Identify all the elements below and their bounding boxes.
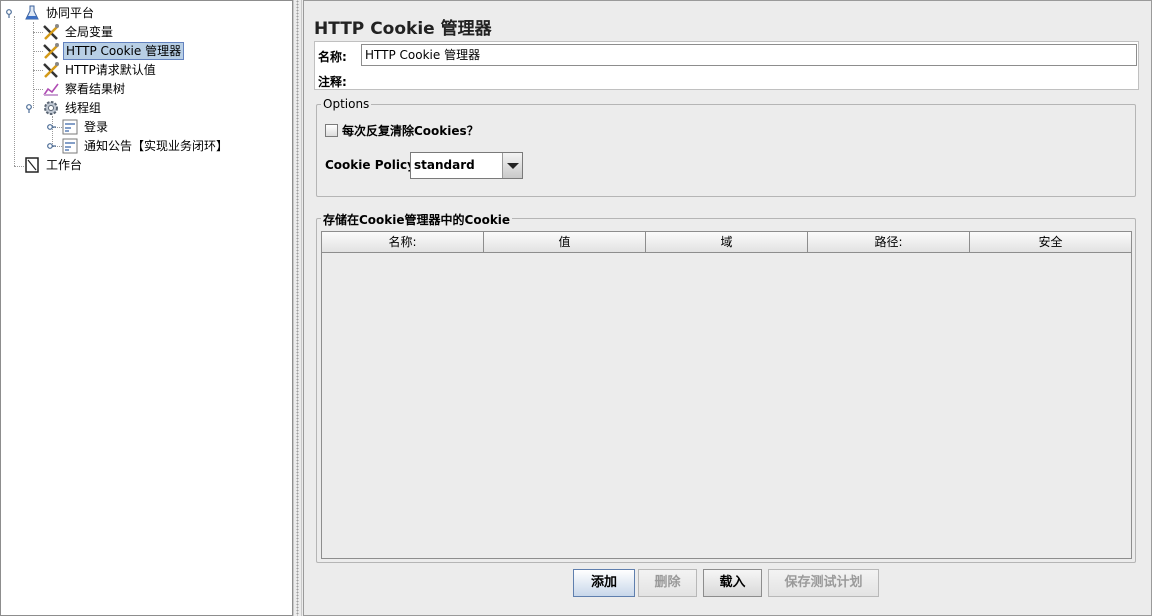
column-header-path[interactable]: 路径: (808, 232, 970, 253)
chart-icon (42, 80, 60, 98)
controller-icon (61, 137, 79, 155)
options-group: Options 每次反复清除Cookies？ Cookie Policy: st… (316, 97, 1136, 197)
split-pane-divider[interactable] (293, 0, 302, 616)
tree-item-label: 协同平台 (46, 6, 95, 20)
table-header: 名称: 值 域 路径: 安全 (322, 232, 1131, 253)
cookie-policy-label: Cookie Policy: (325, 158, 420, 172)
name-input[interactable]: HTTP Cookie 管理器 (361, 44, 1137, 66)
flask-icon (23, 4, 41, 22)
expand-handle-icon[interactable] (6, 9, 15, 18)
wrench-icon (42, 42, 60, 60)
tree-item-global-variables[interactable]: 全局变量 (42, 23, 115, 41)
tree-item-label: 察看结果树 (65, 82, 126, 96)
tree-item-view-results-tree[interactable]: 察看结果树 (42, 80, 127, 98)
options-title: Options (321, 97, 372, 111)
tree-item-login[interactable]: 登录 (61, 118, 110, 136)
name-comment-section: 名称: HTTP Cookie 管理器 注释: (314, 41, 1139, 90)
column-header-value[interactable]: 值 (484, 232, 646, 253)
column-header-name[interactable]: 名称: (322, 232, 484, 253)
add-button[interactable]: 添加 (573, 569, 635, 597)
tree-item-workbench[interactable]: 工作台 (23, 156, 84, 174)
button-bar: 添加 删除 载入 保存测试计划 (304, 569, 1152, 597)
tree-item-label: 登录 (84, 120, 109, 134)
stored-cookies-group: 存储在Cookie管理器中的Cookie 名称: 值 域 路径: 安全 (316, 211, 1136, 563)
collapse-handle-icon[interactable] (47, 123, 56, 132)
tree-item-http-defaults[interactable]: HTTP请求默认值 (42, 61, 158, 79)
tree-item-label: 工作台 (46, 158, 83, 172)
comment-input[interactable] (361, 70, 1137, 89)
delete-button[interactable]: 删除 (638, 569, 697, 597)
clear-cookies-checkbox[interactable] (325, 124, 338, 137)
name-label: 名称: (318, 50, 347, 64)
tree-item-notice[interactable]: 通知公告【实现业务闭环】 (61, 137, 230, 155)
test-plan-tree[interactable]: 协同平台 全局变量 HTTP Cookie 管理器 HTTP请求默认值 察看结果… (0, 0, 293, 616)
tree-item-label: HTTP请求默认值 (65, 63, 156, 77)
column-header-secure[interactable]: 安全 (970, 232, 1131, 253)
tree-item-label: 通知公告【实现业务闭环】 (84, 139, 229, 153)
wrench-icon (42, 23, 60, 41)
chevron-down-icon[interactable] (502, 153, 522, 178)
collapse-handle-icon[interactable] (47, 142, 56, 151)
controller-icon (61, 118, 79, 136)
save-test-plan-button[interactable]: 保存测试计划 (768, 569, 879, 597)
page-title: HTTP Cookie 管理器 (314, 19, 492, 39)
tree-item-thread-group[interactable]: 线程组 (42, 99, 103, 117)
comment-label: 注释: (318, 75, 347, 89)
cookie-manager-panel: HTTP Cookie 管理器 名称: HTTP Cookie 管理器 注释: … (303, 0, 1152, 616)
table-body[interactable] (322, 253, 1131, 558)
tree-item-test-plan[interactable]: 协同平台 (23, 4, 96, 22)
cookie-policy-value: standard (414, 158, 475, 172)
column-header-domain[interactable]: 域 (646, 232, 808, 253)
tree-item-label: 线程组 (65, 101, 102, 115)
wrench-icon (42, 61, 60, 79)
notepad-icon (23, 156, 41, 174)
stored-cookies-title: 存储在Cookie管理器中的Cookie (321, 211, 513, 228)
expand-handle-icon[interactable] (26, 104, 35, 113)
cookie-policy-select[interactable]: standard (410, 152, 523, 179)
cookie-table[interactable]: 名称: 值 域 路径: 安全 (321, 231, 1132, 559)
grip-dots (296, 0, 299, 616)
tree-item-label: 全局变量 (65, 25, 114, 39)
load-button[interactable]: 载入 (703, 569, 762, 597)
clear-cookies-label: 每次反复清除Cookies？ (342, 124, 479, 138)
gear-icon (42, 99, 60, 117)
tree-item-label: HTTP Cookie 管理器 (63, 42, 185, 60)
tree-item-http-cookie-manager[interactable]: HTTP Cookie 管理器 (42, 42, 185, 60)
